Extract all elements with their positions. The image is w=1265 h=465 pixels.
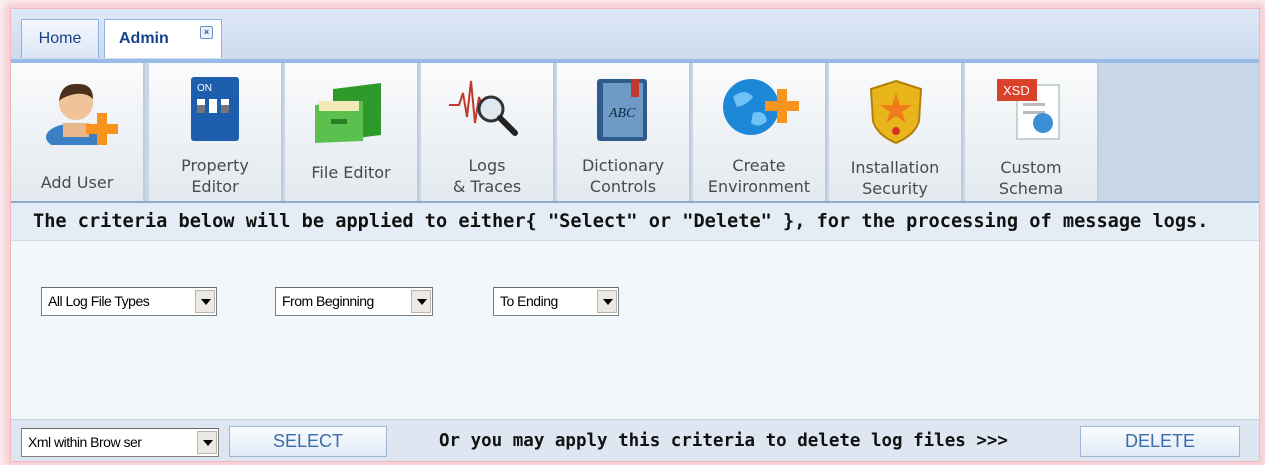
log-file-type-select[interactable]: All Log File Types	[41, 287, 217, 316]
create-environment-label: Create Environment	[707, 156, 811, 196]
delete-button[interactable]: DELETE	[1080, 426, 1240, 457]
dictionary-controls-label: Dictionary Controls	[581, 156, 665, 196]
criteria-panel: The criteria below will be applied to ei…	[11, 203, 1259, 427]
dictionary-book-icon: ABC	[597, 79, 647, 141]
schema-xsd-text: XSD	[1003, 83, 1030, 98]
chevron-down-icon	[411, 290, 431, 313]
tab-bar: Home Admin ×	[11, 9, 1259, 63]
action-bar: Xml within Brow ser SELECT Or you may ap…	[11, 419, 1259, 461]
file-editor-button[interactable]: File Editor	[285, 63, 419, 201]
file-cabinet-icon	[315, 83, 381, 143]
create-environment-button[interactable]: Create Environment	[693, 63, 827, 201]
to-select[interactable]: To Ending	[493, 287, 619, 316]
output-format-select[interactable]: Xml within Brow ser	[21, 428, 219, 457]
select-button[interactable]: SELECT	[229, 426, 387, 457]
switch-panel-icon: ON	[191, 77, 239, 141]
logs-traces-button[interactable]: Logs & Traces	[421, 63, 555, 201]
property-editor-label: Property Editor	[181, 156, 249, 196]
xsd-schema-icon: XSD	[997, 79, 1060, 140]
dictionary-abc-text: ABC	[608, 106, 636, 121]
output-format-value: Xml within Brow ser	[28, 434, 142, 450]
admin-toolbar: Add User ON Property Editor File Editor …	[11, 63, 1259, 203]
property-editor-button[interactable]: ON Property Editor	[149, 63, 283, 201]
dictionary-controls-button[interactable]: ABC Dictionary Controls	[557, 63, 691, 201]
to-value: To Ending	[500, 293, 558, 309]
chevron-down-icon	[197, 431, 217, 454]
tab-admin-label: Admin	[119, 30, 169, 47]
add-user-button[interactable]: Add User	[11, 63, 145, 201]
security-badge-icon	[869, 79, 923, 145]
add-user-icon	[46, 83, 118, 145]
delete-instructions: Or you may apply this criteria to delete…	[439, 431, 1008, 451]
criteria-instructions: The criteria below will be applied to ei…	[11, 203, 1259, 241]
close-icon[interactable]: ×	[200, 26, 213, 39]
log-file-type-value: All Log File Types	[48, 293, 150, 309]
chevron-down-icon	[597, 290, 617, 313]
admin-window: Home Admin × Add User ON Property Editor…	[10, 8, 1260, 462]
switch-on-text: ON	[197, 83, 212, 94]
tab-home[interactable]: Home	[21, 19, 99, 58]
custom-schema-button[interactable]: XSD Custom Schema	[965, 63, 1099, 201]
file-editor-label: File Editor	[311, 163, 391, 182]
logs-traces-label: Logs & Traces	[452, 156, 522, 196]
from-value: From Beginning	[282, 293, 374, 309]
tab-admin[interactable]: Admin ×	[104, 19, 222, 58]
chevron-down-icon	[195, 290, 215, 313]
from-select[interactable]: From Beginning	[275, 287, 433, 316]
installation-security-button[interactable]: Installation Security	[829, 63, 963, 201]
globe-add-icon	[723, 79, 799, 135]
add-user-label: Add User	[40, 173, 114, 192]
custom-schema-label: Custom Schema	[998, 158, 1064, 198]
waveform-magnifier-icon	[449, 80, 518, 136]
installation-security-label: Installation Security	[850, 158, 940, 198]
